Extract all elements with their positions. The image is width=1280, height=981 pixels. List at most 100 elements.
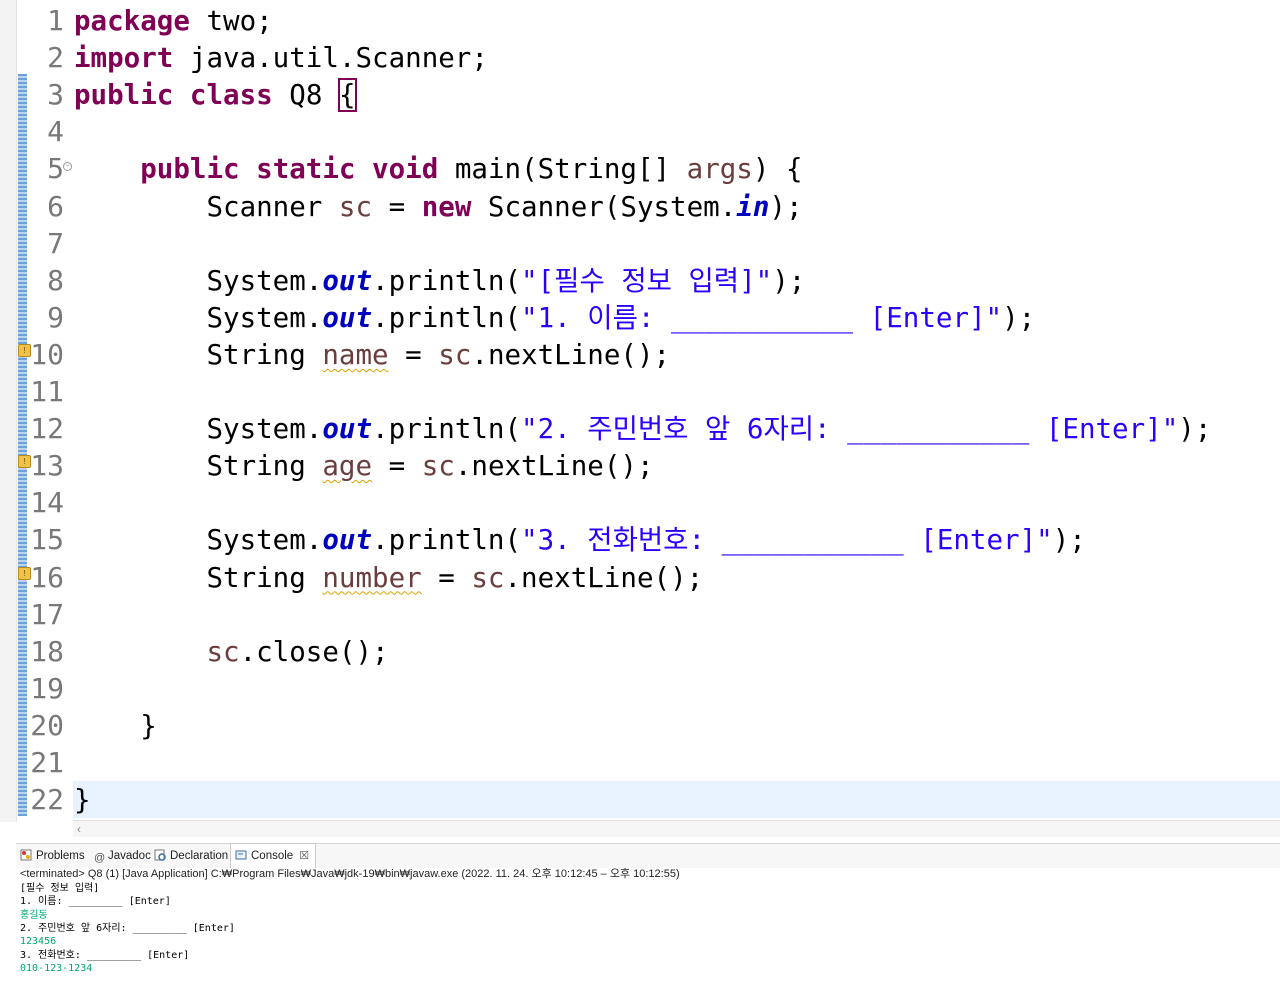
code-line[interactable]: 21 <box>0 744 1280 781</box>
code-line[interactable]: 18 sc.close(); <box>0 633 1280 670</box>
code-token: import <box>74 42 174 75</box>
code-text[interactable]: Scanner sc = new Scanner(System.in); <box>74 190 802 224</box>
code-line[interactable]: 15 System.out.println("3. 전화번호: ________… <box>0 521 1280 558</box>
code-text[interactable]: sc.close(); <box>74 635 389 669</box>
code-text[interactable]: package two; <box>74 4 273 38</box>
code-line[interactable]: 17 <box>0 596 1280 633</box>
code-line[interactable]: 4 <box>0 113 1280 150</box>
scroll-left-icon[interactable]: ‹ <box>77 821 81 837</box>
code-token: "2. 주민번호 앞 6자리: ___________ [Enter]" <box>521 413 1179 446</box>
code-text[interactable]: public class Q8 { <box>74 78 357 113</box>
tab-declaration[interactable]: Declaration <box>154 844 228 868</box>
code-token: .println( <box>372 413 522 446</box>
line-number: 8 <box>47 263 64 297</box>
code-text[interactable]: System.out.println("2. 주민번호 앞 6자리: _____… <box>74 412 1211 446</box>
code-token: .println( <box>372 524 522 557</box>
code-token: main(String[] <box>438 153 687 186</box>
code-token: sc <box>421 450 455 483</box>
code-token: class <box>189 79 273 112</box>
line-number: 2 <box>47 41 64 75</box>
code-token: out <box>322 413 373 446</box>
horizontal-scrollbar[interactable]: ‹ <box>73 820 1280 837</box>
code-line[interactable]: 19 <box>0 670 1280 707</box>
code-text[interactable]: String number = sc.nextLine(); <box>74 561 703 595</box>
code-token: .println( <box>372 301 522 334</box>
code-token: java.util.Scanner; <box>173 42 488 75</box>
line-number: 5 <box>47 152 64 186</box>
fold-toggle-icon[interactable]: − <box>63 162 72 172</box>
code-token: Scanner(System. <box>471 190 737 223</box>
code-token: public <box>74 79 174 112</box>
code-line[interactable]: 13! String age = sc.nextLine(); <box>0 447 1280 484</box>
tab-problems[interactable]: Problems <box>20 844 85 868</box>
code-line[interactable]: 14 <box>0 484 1280 521</box>
code-token: out <box>322 524 373 557</box>
code-token: "3. 전화번호: ___________ [Enter]" <box>521 524 1053 557</box>
code-line[interactable]: 1 package two; <box>0 2 1280 39</box>
code-token: String <box>74 450 323 483</box>
code-line[interactable]: 22} <box>0 781 1280 819</box>
code-text[interactable]: System.out.println("1. 이름: ___________ [… <box>74 301 1035 335</box>
code-line[interactable]: 16! String number = sc.nextLine(); <box>0 559 1280 596</box>
console-input-line: 010-123-1234 <box>20 962 93 974</box>
warning-icon[interactable]: ! <box>18 343 31 357</box>
console-output[interactable]: <terminated> Q8 (1) [Java Application] C… <box>16 868 1280 981</box>
tab-label: Problems <box>36 850 85 862</box>
code-token: .close(); <box>239 635 389 668</box>
tab-javadoc[interactable]: @ Javadoc <box>94 844 151 868</box>
code-line[interactable]: 7 <box>0 225 1280 262</box>
code-token: static <box>256 153 356 186</box>
code-line[interactable]: 9 System.out.println("1. 이름: ___________… <box>0 299 1280 336</box>
problems-icon <box>20 846 32 861</box>
code-token: = <box>421 561 472 594</box>
code-text[interactable]: System.out.println("3. 전화번호: ___________… <box>74 523 1085 557</box>
console-output-line: [필수 정보 입력] <box>20 883 100 894</box>
line-number: 7 <box>47 226 64 260</box>
console-output-line: 2. 주민번호 앞 6자리: _________ [Enter] <box>20 922 235 934</box>
code-editor[interactable]: 1 package two; 2 import java.util.Scanner; 3… <box>0 0 1280 822</box>
console-output-line: 1. 이름: _________ [Enter] <box>20 896 171 908</box>
code-line[interactable]: 5− public static void main(String[] args… <box>0 150 1280 187</box>
code-text[interactable]: public static void main(String[] args) { <box>74 152 802 186</box>
code-line[interactable]: 6 Scanner sc = new Scanner(System.in); <box>0 188 1280 225</box>
close-icon[interactable]: ☒ <box>299 850 309 862</box>
code-token: number <box>322 561 422 594</box>
tab-console[interactable]: Console ☒ <box>230 843 317 869</box>
code-line[interactable]: 11 <box>0 373 1280 410</box>
code-line[interactable]: 10! String name = sc.nextLine(); <box>0 336 1280 373</box>
code-text[interactable]: String age = sc.nextLine(); <box>74 449 653 483</box>
code-token: public <box>140 153 240 186</box>
code-text[interactable]: System.out.println("[필수 정보 입력]"); <box>74 264 805 298</box>
code-token: } <box>74 709 157 742</box>
line-number: 9 <box>47 300 64 334</box>
code-text[interactable]: import java.util.Scanner; <box>74 41 488 75</box>
code-text[interactable]: } <box>74 783 91 817</box>
tab-label: Console <box>251 850 294 862</box>
warning-icon[interactable]: ! <box>18 455 31 469</box>
line-number: 15 <box>30 523 64 557</box>
code-token: Scanner <box>74 190 339 223</box>
current-line-highlight <box>73 781 1280 819</box>
code-line[interactable]: 3 public class Q8 { <box>0 76 1280 113</box>
code-line[interactable]: 20 } <box>0 707 1280 744</box>
code-line[interactable]: 2 import java.util.Scanner; <box>0 39 1280 76</box>
code-line[interactable]: 12 System.out.println("2. 주민번호 앞 6자리: __… <box>0 410 1280 447</box>
code-text[interactable]: String name = sc.nextLine(); <box>74 338 670 372</box>
code-line[interactable]: 8 System.out.println("[필수 정보 입력]"); <box>0 262 1280 299</box>
code-token: Q8 <box>272 79 339 112</box>
console-header: <terminated> Q8 (1) [Java Application] C… <box>20 868 680 880</box>
code-token: "1. 이름: ___________ [Enter]" <box>521 301 1003 334</box>
console-output-line: 3. 전화번호: _________ [Enter] <box>20 949 190 961</box>
line-number: 22 <box>30 783 64 817</box>
code-text[interactable]: } <box>74 709 157 743</box>
code-token: System. <box>74 413 323 446</box>
line-number: 4 <box>47 115 64 149</box>
code-token: sc <box>206 635 240 668</box>
line-number: 21 <box>30 746 64 779</box>
code-token: name <box>322 338 389 371</box>
code-token: sc <box>471 561 505 594</box>
bottom-panel-tabs: Problems @ Javadoc Declaration Console ☒ <box>16 843 1280 869</box>
line-number: 12 <box>30 412 64 446</box>
warning-icon[interactable]: ! <box>18 566 31 580</box>
